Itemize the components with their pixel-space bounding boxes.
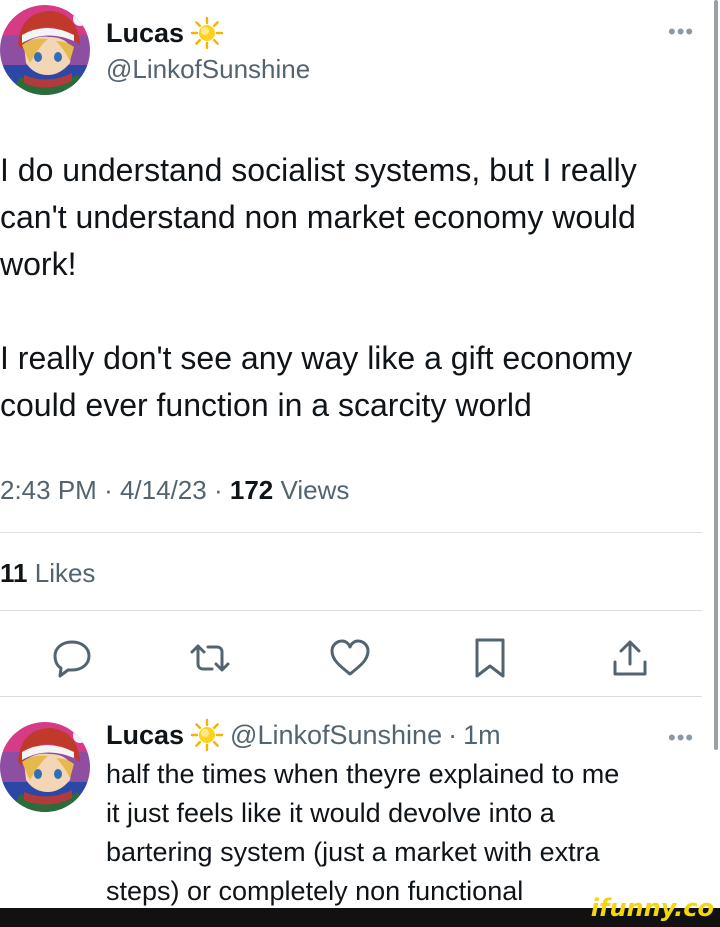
divider: [0, 696, 702, 697]
views-count: 172: [229, 475, 274, 505]
reply-more-options-icon[interactable]: •••: [668, 727, 694, 749]
likes-summary[interactable]: 11 Likes: [0, 557, 95, 589]
reply-author-name[interactable]: Lucas: [106, 716, 184, 754]
tweet-time[interactable]: 2:43 PM: [0, 475, 97, 505]
author-name-text[interactable]: Lucas: [106, 16, 184, 50]
views-label: Views: [280, 475, 350, 505]
reply-avatar[interactable]: [0, 722, 90, 812]
sun-icon: [190, 718, 224, 752]
author-name[interactable]: Lucas: [106, 16, 224, 50]
reply-time[interactable]: 1m: [463, 716, 501, 754]
reply-text: half the times when theyre explained to …: [106, 759, 620, 906]
like-icon[interactable]: [328, 636, 372, 680]
likes-label: Likes: [34, 558, 96, 588]
tweet-meta: 2:43 PM · 4/14/23 · 172 Views: [0, 474, 349, 506]
watermark: ifunny.co: [590, 894, 714, 922]
divider: [0, 532, 702, 533]
sun-icon: [190, 16, 224, 50]
scrollbar[interactable]: [714, 0, 718, 750]
tweet-date[interactable]: 4/14/23: [120, 475, 207, 505]
more-options-icon[interactable]: •••: [668, 21, 694, 43]
reply-author-handle[interactable]: @LinkofSunshine: [230, 716, 442, 754]
meta-separator: ·: [213, 475, 223, 505]
tweet-text: I do understand socialist systems, but I…: [0, 152, 637, 423]
reply-icon[interactable]: [50, 636, 94, 680]
reply-header: Lucas @LinkofSunshine · 1m: [106, 716, 501, 754]
likes-count: 11: [0, 558, 28, 588]
divider: [0, 610, 702, 611]
share-icon[interactable]: [608, 636, 652, 680]
action-bar: [0, 636, 702, 680]
retweet-icon[interactable]: [188, 636, 232, 680]
bookmark-icon[interactable]: [468, 636, 512, 680]
avatar[interactable]: [0, 5, 90, 95]
meta-separator: ·: [104, 475, 113, 505]
author-handle[interactable]: @LinkofSunshine: [106, 53, 310, 85]
reply-separator: ·: [448, 720, 458, 750]
